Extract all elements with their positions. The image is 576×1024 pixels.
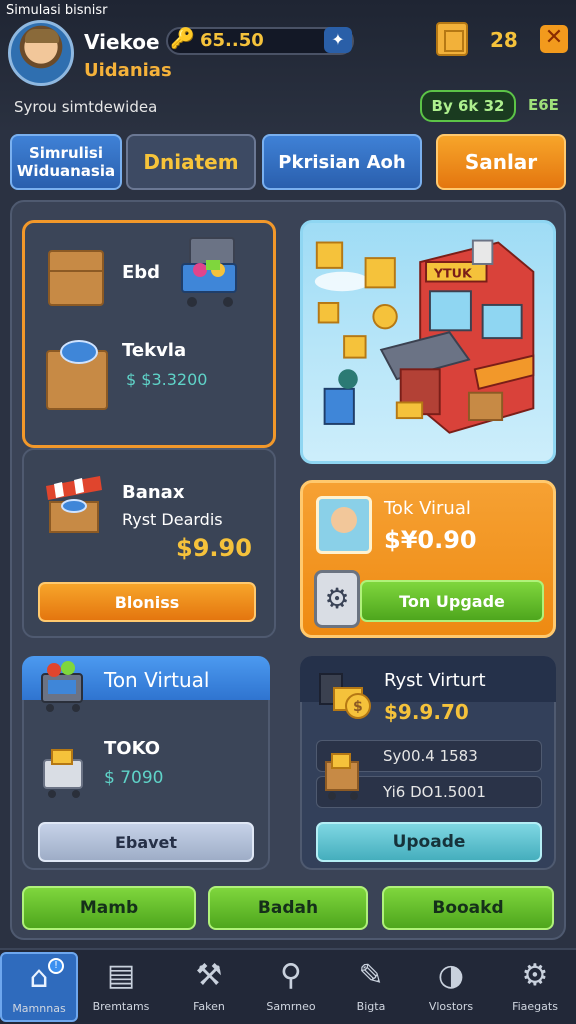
tab-simulasi[interactable]: Simrulisi Widuanasia bbox=[10, 134, 122, 190]
toko-label: TOKO bbox=[104, 738, 161, 759]
ryst-title: Ryst Virturt bbox=[384, 670, 486, 691]
status-extra: E6E bbox=[528, 96, 559, 114]
status-badge: By 6k 32 bbox=[420, 90, 516, 122]
nav-item-search[interactable]: ⚲ Samrneo bbox=[252, 952, 330, 1022]
market-price: $9.90 bbox=[176, 534, 252, 562]
tab-simulasi-line1: Simrulisi bbox=[28, 144, 103, 162]
shop-illustration: YTUK bbox=[300, 220, 556, 464]
market-stall-icon bbox=[46, 476, 102, 533]
notification-badge: ! bbox=[48, 958, 64, 974]
coin-value: 65..50 bbox=[200, 30, 264, 51]
nav-label-stores: Bremtams bbox=[92, 1000, 150, 1013]
status-text: Syrou simtdewidea bbox=[14, 98, 158, 116]
inventory-value-2: $ $3.3200 bbox=[126, 370, 208, 389]
gem-value: 28 bbox=[490, 28, 518, 52]
tab-pkrisian[interactable]: Pkrisian Aoh bbox=[262, 134, 422, 190]
player-subtitle: Uidanias bbox=[84, 60, 172, 81]
action-button-2[interactable]: Badah bbox=[208, 886, 368, 930]
nav-label-docs: Bigta bbox=[356, 1000, 386, 1013]
shop-price: $¥0.90 bbox=[384, 526, 477, 554]
store-icon: ▤ bbox=[106, 958, 136, 993]
gear-icon: ⚙ bbox=[314, 570, 360, 628]
market-title: Banax bbox=[122, 482, 185, 503]
search-icon: ⚲ bbox=[280, 958, 302, 993]
gear-icon: ⚙ bbox=[521, 958, 549, 993]
inventory-label-1: Ebd bbox=[122, 262, 161, 283]
gem-icon bbox=[436, 22, 468, 56]
visitors-icon: ◑ bbox=[437, 958, 465, 993]
nav-item-tools[interactable]: ⚒ Faken bbox=[170, 952, 248, 1022]
ryst-upgrade-button[interactable]: Upoade bbox=[316, 822, 542, 862]
tab-dniatem[interactable]: Dniatem bbox=[126, 134, 256, 190]
delivery-cart-icon: $ bbox=[319, 673, 371, 719]
add-coins-button[interactable]: ✦ bbox=[324, 27, 352, 53]
box-icon bbox=[46, 340, 108, 410]
shop-sign: YTUK bbox=[433, 266, 473, 281]
player-name: Viekoe bbox=[84, 30, 160, 54]
cart-icon bbox=[43, 749, 83, 798]
cart-icon bbox=[325, 753, 359, 800]
nav-label-visitors: Vlostors bbox=[428, 1000, 474, 1013]
market-subtitle: Ryst Deardis bbox=[122, 510, 223, 529]
toko-action-button[interactable]: Ebavet bbox=[38, 822, 254, 862]
shop-title: Tok Virual bbox=[384, 498, 471, 519]
tab-simulasi-line2: Widuanasia bbox=[16, 162, 116, 180]
nav-item-home[interactable]: ⌂ Mamnnas bbox=[0, 952, 78, 1022]
shopping-cart-icon bbox=[181, 237, 237, 307]
tools-icon: ⚒ bbox=[195, 958, 223, 993]
market-action-button[interactable]: Bloniss bbox=[38, 582, 256, 622]
tab-sanlar[interactable]: Sanlar bbox=[436, 134, 566, 190]
action-button-3[interactable]: Booakd bbox=[382, 886, 554, 930]
close-button[interactable]: ✕ bbox=[540, 25, 568, 53]
shop-upgrade-button[interactable]: Ton Upgade bbox=[360, 580, 544, 622]
nav-item-docs[interactable]: ✎ Bigta bbox=[332, 952, 410, 1022]
player-avatar[interactable] bbox=[8, 20, 74, 86]
app-title: Simulasi bisnisr bbox=[6, 3, 108, 18]
nav-item-settings[interactable]: ⚙ Fiaegats bbox=[496, 952, 574, 1022]
box-icon bbox=[48, 250, 104, 306]
docs-icon: ✎ bbox=[358, 958, 384, 993]
inventory-label-2: Tekvla bbox=[122, 340, 187, 361]
nav-item-visitors[interactable]: ◑ Vlostors bbox=[412, 952, 490, 1022]
nav-label-search: Samrneo bbox=[266, 1000, 316, 1013]
svg-text:$: $ bbox=[353, 699, 363, 715]
nav-item-stores[interactable]: ▤ Bremtams bbox=[82, 952, 160, 1022]
action-button-1[interactable]: Mamb bbox=[22, 886, 196, 930]
ryst-price: $9.9.70 bbox=[384, 700, 469, 724]
nav-label-home: Mamnnas bbox=[12, 1002, 66, 1015]
nav-label-tools: Faken bbox=[193, 1000, 225, 1013]
cart-icon bbox=[41, 661, 83, 712]
toko-value: $ 7090 bbox=[104, 768, 164, 788]
shop-avatar bbox=[316, 496, 372, 554]
toko-title: Ton Virtual bbox=[104, 668, 210, 692]
coin-icon: 🔑 bbox=[170, 26, 195, 50]
nav-label-settings: Fiaegats bbox=[512, 1000, 558, 1013]
